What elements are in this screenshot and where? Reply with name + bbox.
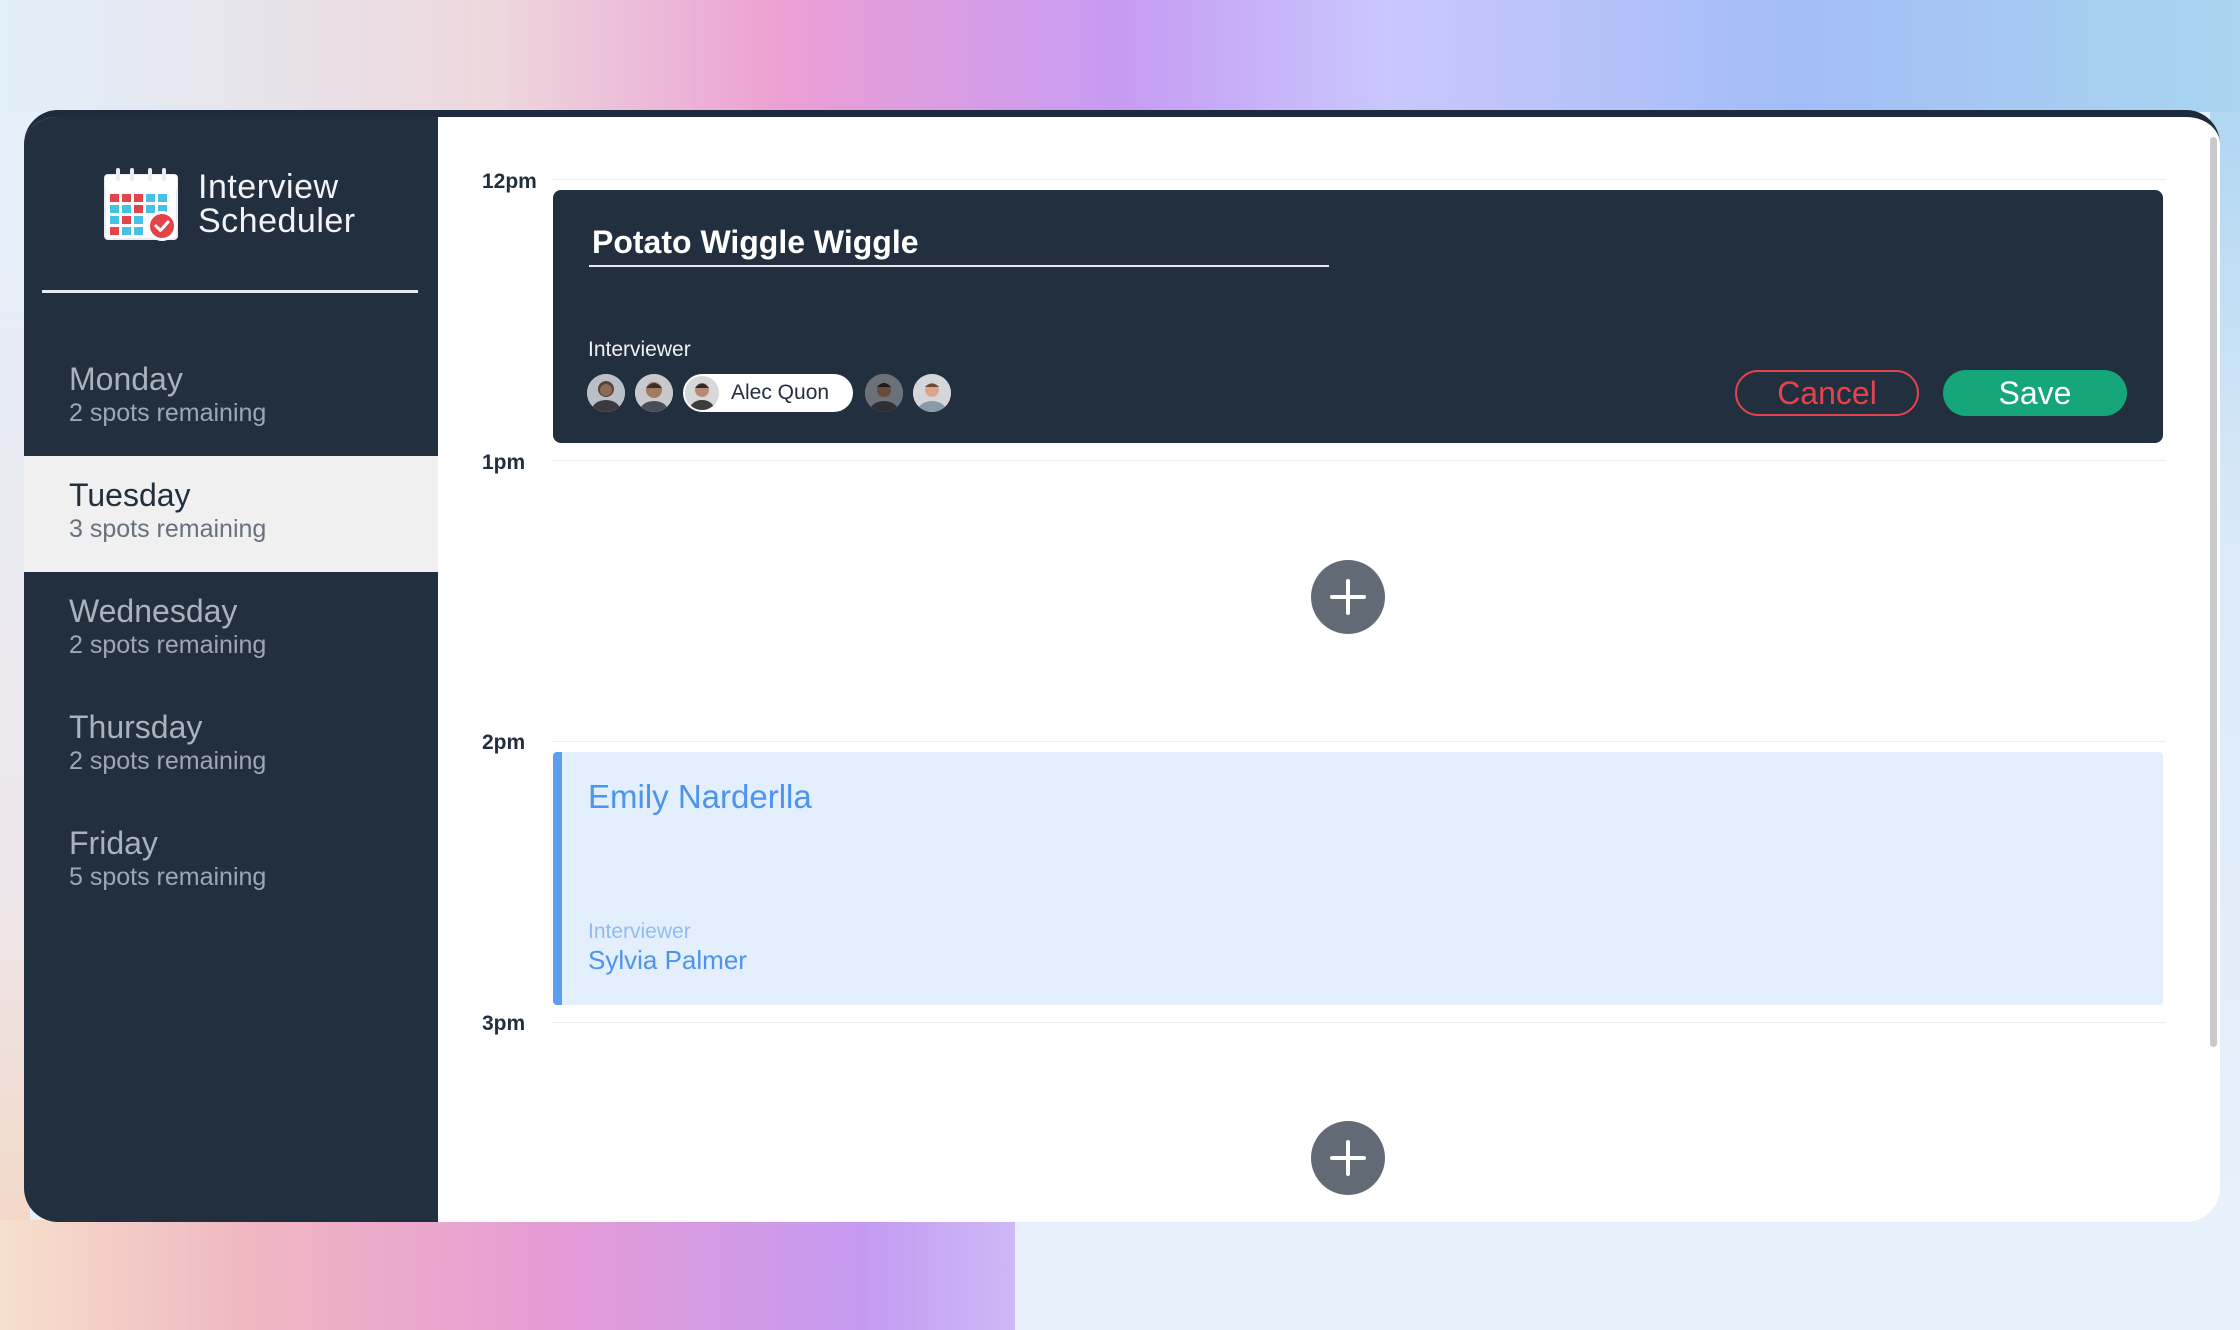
day-item-wednesday[interactable]: Wednesday 2 spots remaining — [24, 572, 438, 688]
day-name: Wednesday — [69, 593, 238, 629]
day-item-monday[interactable]: Monday 2 spots remaining — [24, 340, 438, 456]
day-item-thursday[interactable]: Thursday 2 spots remaining — [24, 688, 438, 804]
interviewer-avatar[interactable] — [587, 374, 625, 412]
student-name-input[interactable] — [589, 219, 1329, 267]
add-appointment-button[interactable] — [1311, 1121, 1385, 1195]
app-window: Interview Scheduler Monday 2 spots remai… — [24, 110, 2220, 1222]
day-name: Friday — [69, 825, 158, 861]
save-button[interactable]: Save — [1943, 370, 2127, 416]
interviewer-avatar[interactable] — [913, 374, 952, 412]
interviewer-selected[interactable]: Alec Quon — [683, 374, 854, 412]
time-label-3pm: 3pm — [482, 1012, 526, 1035]
plus-icon — [1330, 579, 1366, 615]
day-item-tuesday[interactable]: Tuesday 3 spots remaining — [24, 456, 438, 572]
day-spots: 5 spots remaining — [69, 863, 267, 891]
day-name: Monday — [69, 361, 183, 397]
appointment-card[interactable]: Emily Narderlla Interviewer Sylvia Palme… — [553, 752, 2163, 1005]
interviewer-selected-name: Alec Quon — [731, 381, 830, 404]
day-spots: 2 spots remaining — [69, 631, 267, 659]
appointment-interviewer-name: Sylvia Palmer — [588, 945, 747, 975]
sidebar-divider — [42, 290, 418, 293]
interviewer-avatar — [685, 376, 719, 410]
time-label-12pm: 12pm — [482, 170, 537, 193]
calendar-check-icon — [104, 168, 178, 241]
interviewer-avatar[interactable] — [865, 374, 904, 412]
cancel-button[interactable]: Cancel — [1735, 370, 1919, 416]
time-divider — [552, 179, 2166, 180]
app-title: Interview Scheduler — [198, 170, 356, 238]
interviewer-avatar[interactable] — [635, 374, 673, 412]
time-label-2pm: 2pm — [482, 731, 526, 754]
time-label-1pm: 1pm — [482, 451, 526, 474]
appointment-student: Emily Narderlla — [588, 778, 812, 815]
sidebar: Interview Scheduler Monday 2 spots remai… — [24, 117, 438, 1222]
time-divider — [552, 1022, 2166, 1023]
time-divider — [552, 741, 2166, 742]
plus-icon — [1330, 1140, 1366, 1176]
interviewer-label: Interviewer — [588, 338, 691, 361]
day-spots: 2 spots remaining — [69, 399, 267, 427]
day-spots: 3 spots remaining — [69, 515, 267, 543]
day-name: Tuesday — [69, 477, 191, 513]
schedule-main: 12pm 1pm 2pm 3pm Interviewer — [438, 117, 2220, 1222]
logo: Interview Scheduler — [102, 165, 422, 243]
background-gradient-top — [0, 0, 2240, 112]
scrollbar[interactable] — [2210, 137, 2217, 1047]
appointment-interviewer-label: Interviewer — [588, 920, 691, 943]
day-item-friday[interactable]: Friday 5 spots remaining — [24, 804, 438, 920]
add-appointment-button[interactable] — [1311, 560, 1385, 634]
background-bottom-right — [1015, 1220, 2240, 1330]
interviewer-list: Alec Quon — [587, 373, 961, 413]
app-title-line2: Scheduler — [198, 202, 356, 240]
app-title-line1: Interview — [198, 168, 339, 206]
day-list: Monday 2 spots remaining Tuesday 3 spots… — [24, 340, 438, 920]
appointment-form: Interviewer Alec Quon — [553, 190, 2163, 443]
day-spots: 2 spots remaining — [69, 747, 267, 775]
time-divider — [552, 460, 2166, 461]
background-gradient-bottom — [0, 1220, 1015, 1330]
day-name: Thursday — [69, 709, 203, 745]
